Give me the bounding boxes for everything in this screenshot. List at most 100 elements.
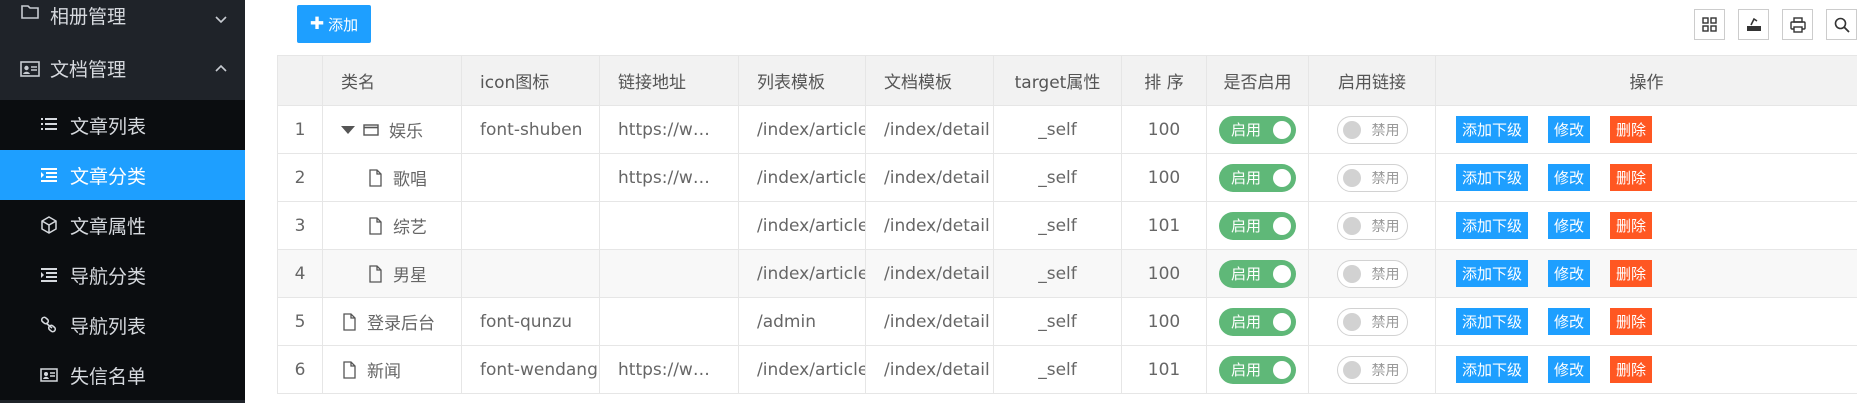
sidebar-item-blacklist[interactable]: 失信名单 xyxy=(0,350,245,400)
enabled-switch[interactable]: 启用 xyxy=(1219,163,1296,192)
delete-button[interactable]: 删除 xyxy=(1610,356,1653,383)
edit-button[interactable]: 修改 xyxy=(1548,212,1591,239)
column-header[interactable]: 是否启用 xyxy=(1206,55,1309,106)
cell-actions: 添加下级 修改 删除 xyxy=(1435,153,1857,202)
column-header[interactable]: 列表模板 xyxy=(738,55,866,106)
column-header[interactable]: 链接地址 xyxy=(599,55,739,106)
cell-sort: 100 xyxy=(1121,249,1207,298)
table-row[interactable]: 4 男星/index/article/index/detail _self 100 启用… xyxy=(277,249,1857,298)
expand-arrow-icon[interactable] xyxy=(341,125,355,134)
edit-button[interactable]: 修改 xyxy=(1548,116,1591,143)
link-enabled-switch[interactable]: 禁用 xyxy=(1336,211,1408,240)
list-icon xyxy=(41,118,57,130)
link-enabled-switch[interactable]: 禁用 xyxy=(1336,115,1408,144)
cell-enabled: 启用 xyxy=(1206,297,1309,346)
sidebar-group-album[interactable]: 相册管理 xyxy=(0,0,245,37)
switch-knob xyxy=(1273,264,1291,283)
cell-list-template: /index/article xyxy=(738,345,866,394)
toolbar-icons xyxy=(1681,9,1857,40)
column-header[interactable]: 类名 xyxy=(322,55,462,106)
cell-name: 娱乐 xyxy=(322,105,462,154)
add-child-button[interactable]: 添加下级 xyxy=(1456,356,1529,383)
sidebar-group-docs[interactable]: 文档管理 xyxy=(0,37,245,100)
link-enabled-switch[interactable]: 禁用 xyxy=(1336,163,1408,192)
cell-enabled: 启用 xyxy=(1206,345,1309,394)
cell-list-template: /index/article xyxy=(738,105,866,154)
enabled-switch[interactable]: 启用 xyxy=(1219,355,1296,384)
search-button[interactable] xyxy=(1826,9,1857,40)
export-button[interactable] xyxy=(1738,9,1769,40)
switch-knob xyxy=(1342,264,1361,283)
sidebar-item-nav-list[interactable]: 导航列表 xyxy=(0,300,245,350)
add-button-label: 添加 xyxy=(328,15,359,34)
column-header[interactable]: target属性 xyxy=(993,55,1122,106)
delete-button[interactable]: 删除 xyxy=(1610,164,1653,191)
add-child-button[interactable]: 添加下级 xyxy=(1456,308,1529,335)
link-enabled-switch[interactable]: 禁用 xyxy=(1336,259,1408,288)
edit-button[interactable]: 修改 xyxy=(1548,260,1591,287)
edit-button[interactable]: 修改 xyxy=(1548,356,1591,383)
column-header[interactable]: icon图标 xyxy=(461,55,600,106)
cell-doc-template: /index/detail xyxy=(865,249,994,298)
indent-list-icon xyxy=(41,268,57,282)
table-row[interactable]: 2 歌唱 https://www.baidu.com/index/article/i… xyxy=(277,153,1857,202)
row-number: 1 xyxy=(277,105,323,154)
switch-knob xyxy=(1342,312,1361,331)
add-child-button[interactable]: 添加下级 xyxy=(1456,260,1529,287)
switch-label: 禁用 xyxy=(1371,218,1400,235)
link-enabled-switch[interactable]: 禁用 xyxy=(1336,355,1408,384)
sidebar-item-article-category[interactable]: 文章分类 xyxy=(0,150,245,200)
delete-button[interactable]: 删除 xyxy=(1610,212,1653,239)
print-button[interactable] xyxy=(1782,9,1813,40)
columns-button[interactable] xyxy=(1694,9,1725,40)
cell-link-enabled: 禁用 xyxy=(1308,153,1436,202)
cell-sort: 101 xyxy=(1121,345,1207,394)
link-icon xyxy=(40,316,57,333)
cell-name: 歌唱 xyxy=(322,153,462,202)
add-child-button[interactable]: 添加下级 xyxy=(1456,212,1529,239)
switch-label: 启用 xyxy=(1231,169,1262,187)
enabled-switch[interactable]: 启用 xyxy=(1219,211,1296,240)
switch-label: 启用 xyxy=(1231,361,1262,379)
cell-list-template: /index/article xyxy=(738,249,866,298)
column-header[interactable]: 排 序 xyxy=(1121,55,1207,106)
columns-icon xyxy=(1701,16,1717,32)
add-child-button[interactable]: 添加下级 xyxy=(1456,164,1529,191)
cell-link xyxy=(599,201,739,250)
edit-button[interactable]: 修改 xyxy=(1548,164,1591,191)
cell-sort: 101 xyxy=(1121,201,1207,250)
delete-button[interactable]: 删除 xyxy=(1610,308,1653,335)
enabled-switch[interactable]: 启用 xyxy=(1219,115,1296,144)
link-enabled-switch[interactable]: 禁用 xyxy=(1336,307,1408,336)
cell-doc-template: /index/detail xyxy=(865,153,994,202)
sidebar-item-label: 导航分类 xyxy=(70,265,147,288)
edit-button[interactable]: 修改 xyxy=(1548,308,1591,335)
add-button[interactable]: ✚ 添加 xyxy=(297,5,371,43)
category-table: 类名 icon图标 链接地址 列表模板 文档模板 target属性 排 序 是否… xyxy=(277,55,1857,394)
add-child-button[interactable]: 添加下级 xyxy=(1456,116,1529,143)
sidebar-item-article-attribute[interactable]: 文章属性 xyxy=(0,200,245,250)
switch-label: 启用 xyxy=(1231,313,1262,331)
cell-name: 登录后台 xyxy=(322,297,462,346)
table-row[interactable]: 3 综艺/index/article/index/detail _self 101 启用… xyxy=(277,201,1857,250)
cell-target: _self xyxy=(993,105,1122,154)
column-header[interactable]: 启用链接 xyxy=(1308,55,1436,106)
table-row[interactable]: 6 新闻 font-wendang https://www.baidu.com/ind… xyxy=(277,345,1857,394)
file-icon xyxy=(369,264,382,283)
cell-link-enabled: 禁用 xyxy=(1308,105,1436,154)
enabled-switch[interactable]: 启用 xyxy=(1219,259,1296,288)
enabled-switch[interactable]: 启用 xyxy=(1219,307,1296,336)
delete-button[interactable]: 删除 xyxy=(1610,260,1653,287)
column-header xyxy=(277,55,323,106)
row-number: 5 xyxy=(277,297,323,346)
id-card-icon xyxy=(20,60,40,77)
column-header[interactable]: 文档模板 xyxy=(865,55,994,106)
search-icon xyxy=(1834,17,1850,33)
table-row[interactable]: 1 娱乐 font-shuben https://www.baidu.com/inde… xyxy=(277,105,1857,154)
row-number: 6 xyxy=(277,345,323,394)
sidebar-item-article-list[interactable]: 文章列表 xyxy=(0,100,245,150)
sidebar-item-nav-category[interactable]: 导航分类 xyxy=(0,250,245,300)
table-row[interactable]: 5 登录后台 font-qunzu/admin/index/detail _self 1… xyxy=(277,297,1857,346)
cell-sort: 100 xyxy=(1121,105,1207,154)
delete-button[interactable]: 删除 xyxy=(1610,116,1653,143)
